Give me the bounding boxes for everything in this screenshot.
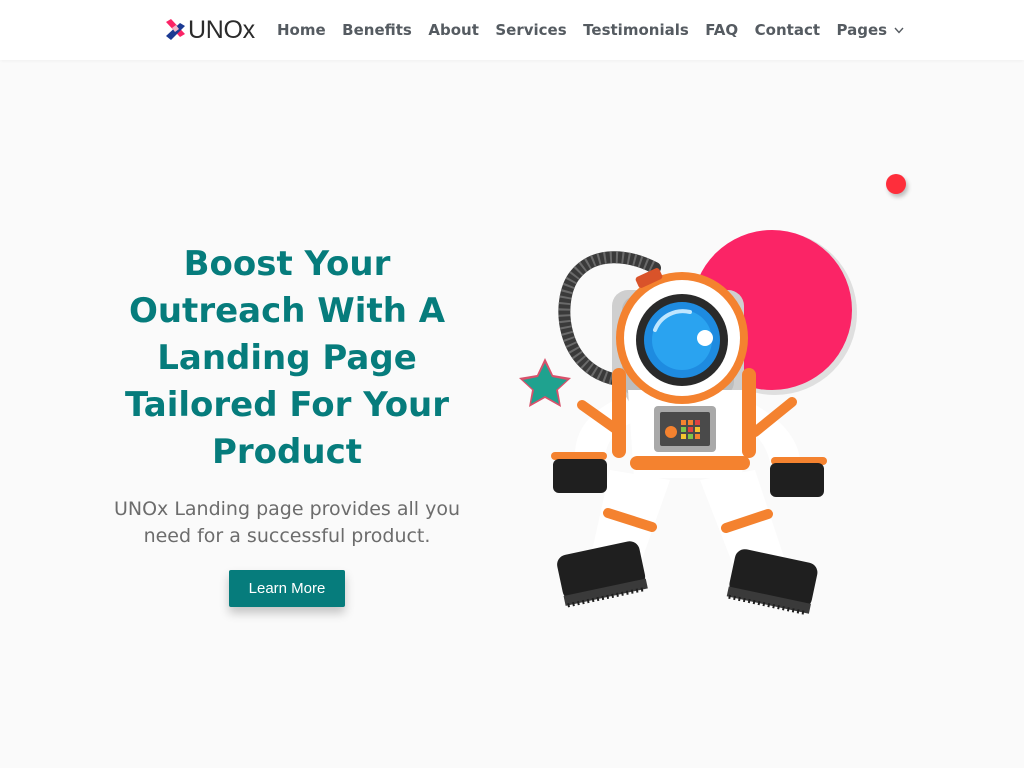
nav-pages-dropdown[interactable]: Pages	[831, 21, 911, 39]
chevron-down-icon	[894, 27, 904, 34]
nav-faq[interactable]: FAQ	[699, 21, 744, 39]
main-nav: Home Benefits About Services Testimonial…	[271, 0, 910, 60]
nav-benefits-label: Benefits	[342, 21, 412, 39]
astronaut-icon	[519, 230, 857, 616]
red-dot-decoration	[886, 174, 906, 194]
nav-testimonials-label: Testimonials	[583, 21, 689, 39]
nav-pages-label: Pages	[836, 21, 888, 39]
navbar: UNOx Home Benefits About Services Testim…	[0, 0, 1024, 60]
nav-about-label: About	[428, 21, 479, 39]
nav-faq-label: FAQ	[705, 21, 739, 39]
nav-home-label: Home	[277, 21, 326, 39]
astronaut-illustration	[500, 220, 880, 630]
nav-contact[interactable]: Contact	[749, 21, 826, 39]
nav-testimonials[interactable]: Testimonials	[577, 21, 695, 39]
nav-contact-label: Contact	[754, 21, 821, 39]
hero-title: Boost Your Outreach With A Landing Page …	[124, 244, 450, 472]
nav-benefits[interactable]: Benefits	[336, 21, 418, 39]
learn-more-button[interactable]: Learn More	[229, 570, 345, 607]
brand-name: UNOx	[188, 15, 255, 44]
nav-services[interactable]: Services	[489, 21, 572, 39]
unox-x-logo-icon	[166, 19, 185, 40]
nav-about[interactable]: About	[422, 21, 485, 39]
nav-home[interactable]: Home	[271, 21, 332, 39]
brand-logo[interactable]: UNOx	[166, 14, 255, 46]
hero-subtitle: UNOx Landing page provides all you need …	[113, 498, 461, 547]
nav-services-label: Services	[495, 21, 567, 39]
